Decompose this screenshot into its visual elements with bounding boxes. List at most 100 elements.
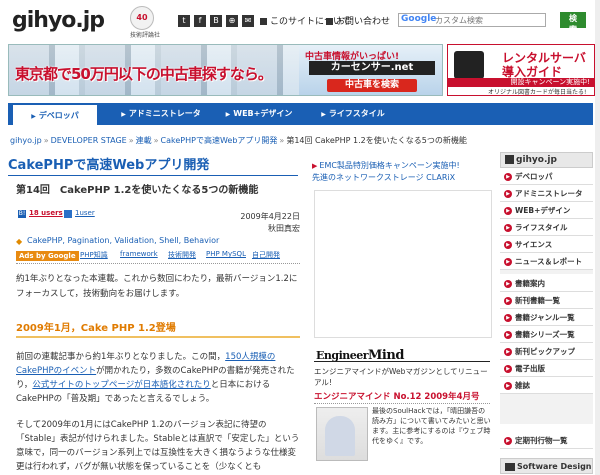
sidebar-item-label: WEB+デザイン	[515, 206, 571, 215]
tab-label: ライフスタイル	[328, 109, 385, 118]
arrow-right-icon: ▶	[504, 190, 512, 198]
hatena-bookmark-icon[interactable]: B!	[18, 210, 26, 218]
search-button[interactable]: 検索	[560, 12, 586, 34]
sidebar-header[interactable]: gihyo.jp	[500, 152, 593, 168]
user-icon[interactable]	[64, 210, 72, 218]
tab-lifestyle[interactable]: ▶ ライフスタイル	[308, 103, 398, 125]
ad-link[interactable]: framework	[120, 250, 158, 258]
sidebar-item-science[interactable]: ▶ サイエンス	[500, 236, 593, 253]
mail-icon[interactable]: ✉	[242, 15, 254, 27]
center-column: ▶ EMC製品特別価格キャンペーン実施中! 先進のネットワークストレージ CLAR…	[306, 152, 492, 475]
sidebar-item-label: サイエンス	[515, 240, 553, 249]
breadcrumb-home[interactable]: gihyo.jp	[10, 136, 42, 145]
tab-label: アドミニストレータ	[128, 109, 201, 118]
person-image	[454, 51, 484, 79]
sidebar-item-books[interactable]: ▶ 書籍案内	[500, 275, 593, 292]
sidebar-item-label: デベロッパ	[515, 172, 553, 181]
ad-link[interactable]: PHP MySQL	[206, 250, 246, 258]
tab-developer[interactable]: ▶ デベロッパ	[12, 104, 98, 125]
sidebar-item-label: 書籍案内	[515, 279, 545, 288]
issue-thumbnail[interactable]	[316, 407, 368, 461]
arrow-right-icon: ▶	[504, 297, 512, 305]
breadcrumb-series[interactable]: 連載	[136, 136, 152, 145]
arrow-right-icon: ▶	[504, 437, 512, 445]
tag-icon: ◆	[16, 237, 23, 246]
rental-server-banner[interactable]: レンタルサーバ 導入ガイド 開設キャンペーン実施中! オリジナル図書カードが毎日…	[447, 44, 595, 96]
arrow-right-icon: ▶	[31, 113, 36, 120]
sidebar-item-series[interactable]: ▶ 書籍シリーズ一覧	[500, 326, 593, 343]
page-scrollbar[interactable]	[595, 0, 600, 475]
software-design-link[interactable]: Software Design	[500, 458, 593, 474]
sidebar-item-label: アドミニストレータ	[515, 189, 583, 198]
google-mark: Google	[401, 14, 437, 24]
arrow-right-icon: ▶	[321, 111, 326, 118]
breadcrumb-current: 第14回 CakePHP 1.2を使いたくなる5つの新機能	[286, 136, 467, 145]
site-logo[interactable]: gihyo.jp	[12, 8, 105, 33]
bookmark-count[interactable]: 18 users	[29, 209, 63, 217]
arrow-right-icon: ▶	[225, 111, 231, 118]
ad-link[interactable]: 技術開発	[168, 250, 196, 260]
sidebar-item-label: ニュース＆レポート	[515, 257, 583, 266]
banner-brand: カーセンサー.net	[309, 61, 435, 75]
engineer-mind-issue[interactable]: エンジニアマインド No.12 2009年4月号	[314, 390, 490, 404]
text: 前回の連載記事から約1年ぶりとなりました。この間，	[16, 352, 226, 362]
sidebar-item-lifestyle[interactable]: ▶ ライフスタイル	[500, 219, 593, 236]
contact-link-label: お問い合わせ	[336, 17, 391, 27]
arrow-right-icon: ▶	[504, 365, 512, 373]
sidebar-item-magazines[interactable]: ▶ 雑誌	[500, 377, 593, 394]
sidebar-item-new-books[interactable]: ▶ 新刊書籍一覧	[500, 292, 593, 309]
sidebar-item-ebooks[interactable]: ▶ 電子出版	[500, 360, 593, 377]
sd-icon	[505, 462, 515, 471]
sidebar-item-pickup[interactable]: ▶ 新刊ピックアップ	[500, 343, 593, 360]
banner-headline: 東京都で50万円以下の中古車探すなら。	[15, 65, 273, 83]
hatena-icon[interactable]: B	[210, 15, 222, 27]
twitter-icon[interactable]: t	[178, 15, 190, 27]
tab-label: デベロッパ	[38, 111, 79, 120]
tab-web-design[interactable]: ▶ WEB+デザイン	[214, 103, 304, 125]
breadcrumb-cakephp[interactable]: CakePHPで高速Webアプリ開発	[161, 136, 278, 145]
side-banner-line4: オリジナル図書カードが毎日当たる!	[488, 89, 587, 96]
sidebar-item-label: 電子出版	[515, 364, 545, 373]
sidebar-item-web-design[interactable]: ▶ WEB+デザイン	[500, 202, 593, 219]
tab-label: WEB+デザイン	[233, 109, 293, 118]
promo-link[interactable]: ▶ EMC製品特別価格キャンペーン実施中!	[312, 160, 460, 171]
site-header: gihyo.jp 40 技術評論社 t f B ⊕ ✉ このサイトについて お問…	[0, 0, 600, 44]
facebook-icon[interactable]: f	[194, 15, 206, 27]
divider	[16, 263, 300, 264]
issue-summary: 最後のSoulHackでは，「晴田謙吾の読み方」について書いてみたいと思います。…	[372, 407, 491, 445]
author-name: 秋田真宏	[268, 224, 300, 233]
article-paragraph: そして2009年の1月にはCakePHP 1.2のバージョン表記に待望の「Sta…	[16, 420, 300, 472]
sidebar-item-developer[interactable]: ▶ デベロッパ	[500, 168, 593, 185]
sidebar-item-genres[interactable]: ▶ 書籍ジャンル一覧	[500, 309, 593, 326]
tab-administrator[interactable]: ▶ アドミニストレータ	[112, 103, 210, 125]
arrow-right-icon: ▶	[504, 348, 512, 356]
official-site-link[interactable]: 公式サイトのトップページが日本語化されたり	[32, 380, 210, 390]
article-tags[interactable]: CakePHP, Pagination, Validation, Shell, …	[27, 236, 219, 245]
arrow-right-icon: ▶	[504, 173, 512, 181]
sidebar-item-news[interactable]: ▶ ニュース＆レポート	[500, 253, 593, 270]
anniversary-badge: 40	[130, 6, 154, 30]
sidebar-item-label: 書籍シリーズ一覧	[515, 330, 575, 339]
ad-link[interactable]: PHP知識	[80, 250, 108, 260]
contact-link[interactable]: お問い合わせ	[326, 14, 390, 27]
promo-link[interactable]: 先進のネットワークストレージ CLARiX	[312, 172, 455, 183]
ad-link[interactable]: 自己開発	[252, 250, 280, 260]
sidebar-item-label: 新刊ピックアップ	[515, 347, 575, 356]
square-icon	[326, 18, 333, 25]
article: CakePHPで高速Webアプリ開発 第14回 CakePHP 1.2を使いたく…	[8, 152, 300, 475]
sidebar-item-periodicals[interactable]: ▶ 定期刊行物一覧	[500, 432, 593, 449]
arrow-right-icon: ▶	[504, 331, 512, 339]
sidebar-item-administrator[interactable]: ▶ アドミニストレータ	[500, 185, 593, 202]
promo-link-label: EMC製品特別価格キャンペーン実施中!	[319, 161, 460, 170]
publisher-name: 技術評論社	[130, 32, 161, 39]
sidebar-item-label: 雑誌	[515, 381, 530, 390]
rss-icon[interactable]: ⊕	[226, 15, 238, 27]
side-banner-line3: 開設キャンペーン実施中!	[448, 78, 594, 87]
user-count[interactable]: 1user	[75, 209, 95, 217]
car-sensor-banner[interactable]: 東京都で50万円以下の中古車探すなら。 中古車情報がいっぱい! カーセンサー.n…	[8, 44, 443, 96]
series-title[interactable]: CakePHPで高速Webアプリ開発	[8, 154, 298, 176]
arrow-right-icon: ▶	[121, 111, 126, 118]
breadcrumb-developer-stage[interactable]: DEVELOPER STAGE	[51, 136, 127, 145]
sidebar-item-label: 新刊書籍一覧	[515, 296, 560, 305]
banner-cta-button[interactable]: 中古車を検索	[327, 79, 417, 92]
